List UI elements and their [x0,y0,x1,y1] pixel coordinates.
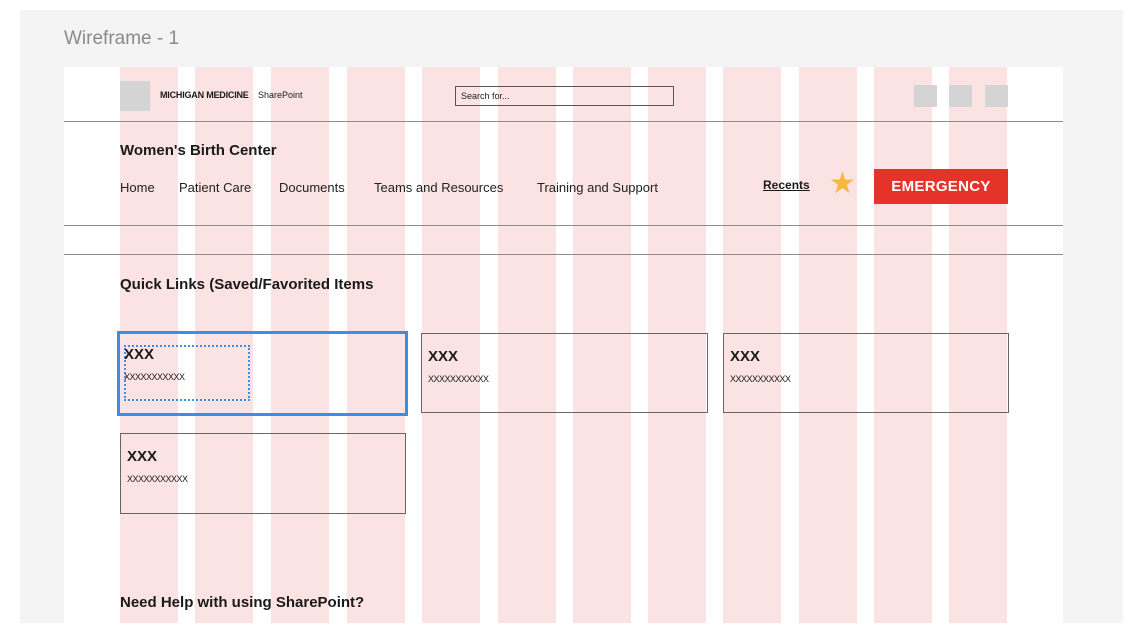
emergency-button[interactable]: EMERGENCY [874,169,1008,204]
nav-item-training-and-support[interactable]: Training and Support [537,180,658,195]
header-divider [64,121,1063,122]
frame-title[interactable]: Wireframe - 1 [64,28,179,50]
section-divider [64,254,1063,255]
card-subtitle: XXXXXXXXXXX [127,474,188,484]
wireframe-frame[interactable]: MICHIGAN MEDICINE SharePoint Search for.… [64,67,1063,623]
quick-links-title: Quick Links (Saved/Favorited Items [120,276,374,293]
content-layer: MICHIGAN MEDICINE SharePoint Search for.… [64,67,1063,623]
card-subtitle: XXXXXXXXXXX [730,374,791,384]
nav-item-patient-care[interactable]: Patient Care [179,180,251,195]
header-icon-placeholder[interactable] [914,85,937,107]
card-title: XXX [127,448,158,465]
quick-link-card[interactable]: XXX XXXXXXXXXXX [117,331,408,416]
brand-name: MICHIGAN MEDICINE [160,90,249,100]
search-input[interactable]: Search for... [455,86,674,106]
quick-link-card[interactable]: XXX XXXXXXXXXXX [723,333,1009,413]
nav-item-home[interactable]: Home [120,180,155,195]
card-subtitle: XXXXXXXXXXX [428,374,489,384]
quick-link-card[interactable]: XXX XXXXXXXXXXX [120,433,406,514]
card-title: XXX [124,346,155,363]
nav-item-teams-and-resources[interactable]: Teams and Resources [374,180,503,195]
nav-divider [64,225,1063,226]
quick-link-card[interactable]: XXX XXXXXXXXXXX [421,333,708,413]
help-section-title: Need Help with using SharePoint? [120,594,365,611]
header-icon-placeholder[interactable] [985,85,1008,107]
nav-item-documents[interactable]: Documents [279,180,345,195]
recents-link[interactable]: Recents [763,178,810,192]
card-title: XXX [730,348,761,365]
card-subtitle: XXXXXXXXXXX [124,372,185,382]
card-title: XXX [428,348,459,365]
star-icon[interactable]: ★ [829,169,856,199]
app-name: SharePoint [258,90,303,100]
site-title: Women's Birth Center [120,142,277,159]
logo-placeholder[interactable] [120,81,150,111]
header-icon-placeholder[interactable] [949,85,972,107]
